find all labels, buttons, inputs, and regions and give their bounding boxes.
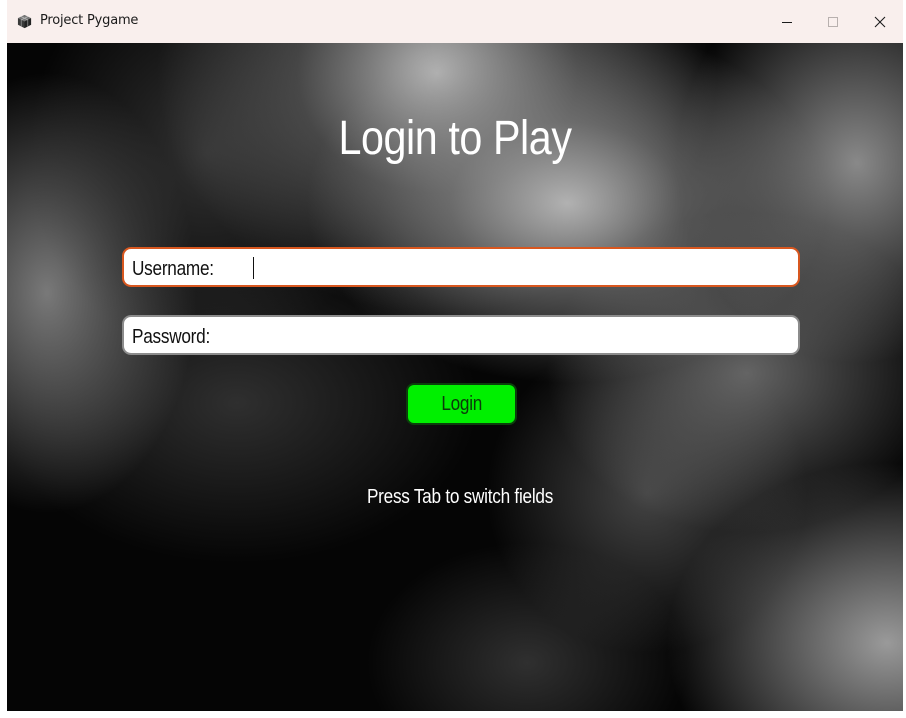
login-button[interactable]: Login — [406, 383, 517, 425]
title-bar[interactable]: Project Pygame — [7, 0, 903, 43]
password-field[interactable]: Password: — [122, 315, 800, 355]
password-label: Password: — [132, 326, 210, 348]
maximize-button[interactable] — [810, 0, 856, 43]
text-caret — [253, 257, 254, 279]
password-input[interactable] — [256, 323, 786, 349]
username-input[interactable] — [256, 255, 786, 281]
maximize-icon — [828, 16, 838, 27]
pygame-cube-icon — [17, 14, 32, 29]
window-title: Project Pygame — [40, 13, 139, 28]
minimize-button[interactable] — [764, 0, 810, 43]
minimize-icon — [782, 21, 792, 23]
close-button[interactable] — [857, 0, 903, 43]
username-field[interactable]: Username: — [122, 247, 800, 287]
username-label: Username: — [132, 258, 214, 280]
close-icon — [874, 16, 886, 27]
login-button-label: Login — [441, 392, 482, 415]
page-title: Login to Play — [338, 112, 572, 165]
app-window: Project Pygame Login to Play Username: P… — [0, 0, 906, 718]
game-canvas: Login to Play Username: Password: Login … — [7, 43, 903, 711]
tab-hint-text: Press Tab to switch fields — [366, 486, 554, 508]
